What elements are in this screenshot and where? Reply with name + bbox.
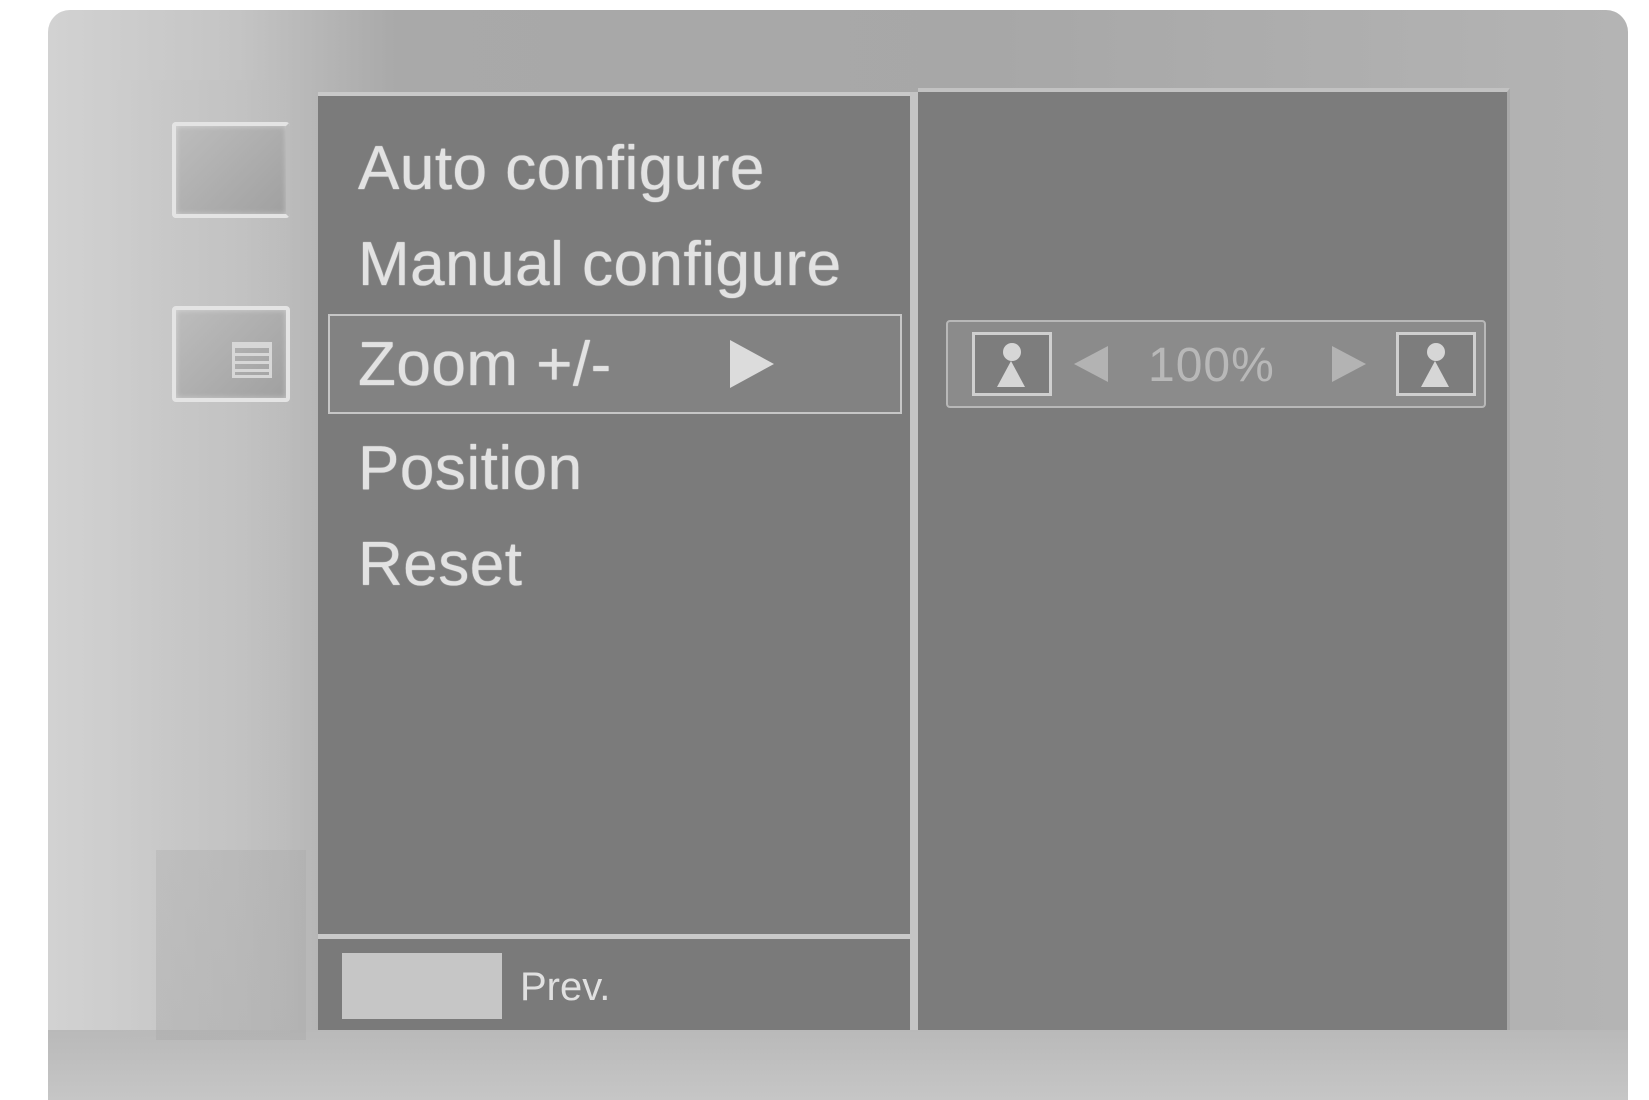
decrease-arrow-icon[interactable] xyxy=(1074,346,1108,382)
menu-item-position[interactable]: Position xyxy=(358,438,583,500)
value-panel: 100% xyxy=(918,88,1510,1030)
increase-arrow-icon[interactable] xyxy=(1332,346,1366,382)
rail-faint-area xyxy=(156,850,306,1040)
screen-menu-icon[interactable] xyxy=(172,306,290,402)
arrow-right-icon xyxy=(730,340,774,388)
zoom-value: 100% xyxy=(1148,339,1275,392)
prev-bar: Prev. xyxy=(318,934,910,1030)
prev-label: Prev. xyxy=(520,965,611,1009)
panel-divider xyxy=(910,92,918,1030)
menu-panel: Auto configure Manual configure Zoom +/-… xyxy=(318,92,910,1030)
menu-item-reset[interactable]: Reset xyxy=(358,534,522,596)
menu-item-zoom[interactable]: Zoom +/- xyxy=(328,314,902,414)
frame-bottom-bar xyxy=(48,1030,1628,1100)
menu-item-auto-configure[interactable]: Auto configure xyxy=(358,138,765,200)
picture-menu-icon[interactable] xyxy=(172,122,290,218)
list-icon xyxy=(232,342,272,378)
zoom-control[interactable]: 100% xyxy=(946,320,1486,408)
menu-item-manual-configure[interactable]: Manual configure xyxy=(358,234,842,296)
menu-item-zoom-label: Zoom +/- xyxy=(358,330,612,399)
prev-button[interactable] xyxy=(342,953,502,1019)
person-icon xyxy=(972,332,1052,396)
person-icon xyxy=(1396,332,1476,396)
